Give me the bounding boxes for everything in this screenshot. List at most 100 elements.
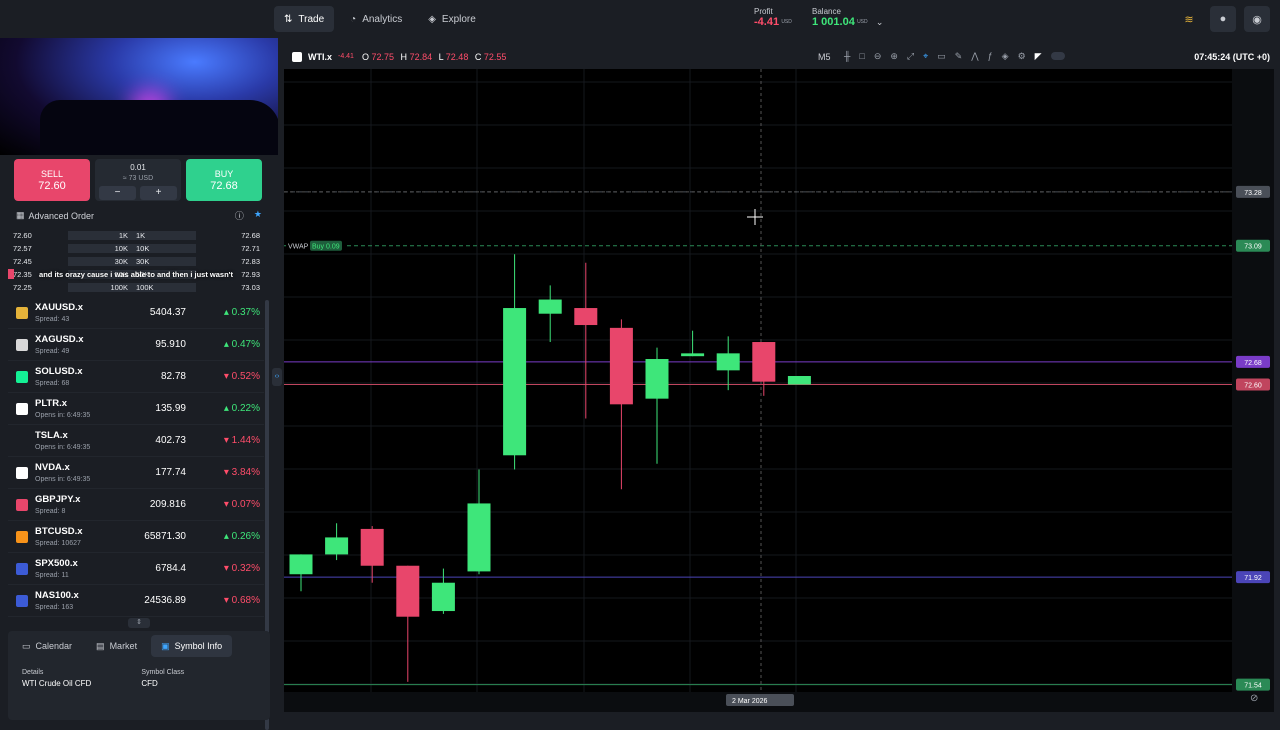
watchlist-row[interactable]: SOLUSD.x Spread: 68 82.78 ▾ 0.52% — [8, 361, 264, 393]
symbol-price: 65871.30 — [144, 531, 186, 542]
pencil-icon[interactable]: ✎ — [955, 51, 963, 62]
arrow-down-icon: ▾ — [223, 499, 232, 510]
symbol-subtitle: Opens in: 6:49:35 — [35, 444, 91, 451]
chart-symbol[interactable]: WTI.x — [308, 52, 332, 62]
order-book-row[interactable]: 72.57 10K 10K 72.71 — [8, 242, 264, 255]
us-flag-icon — [16, 562, 28, 575]
order-book-row[interactable]: 72.45 30K 30K 72.83 — [8, 255, 264, 268]
watchlist-row[interactable]: XAUUSD.x Spread: 43 5404.37 ▴ 0.37% — [8, 297, 264, 329]
timeframe-selector[interactable]: M5 — [818, 52, 831, 62]
reset-icon[interactable]: ⊘ — [1250, 693, 1264, 707]
top-icons: ≋ ● ◉ — [1176, 6, 1270, 32]
class-label: Symbol Class — [141, 669, 185, 676]
high-label: H — [400, 51, 408, 62]
watchlist-row[interactable]: TSLA.x Opens in: 6:49:35 402.73 ▾ 1.44% — [8, 425, 264, 457]
candle-body — [787, 376, 811, 385]
bid-price: 72.60 — [13, 231, 32, 240]
symbol-name: NVDA.x — [35, 462, 70, 473]
arrow-up-icon: ▴ — [223, 531, 232, 542]
tab-explore[interactable]: ◈ Explore — [418, 6, 486, 32]
tab-analytics[interactable]: ◔ Analytics — [340, 6, 412, 32]
ask-volume: 10K — [132, 244, 196, 253]
quantity-value[interactable]: 0.01 — [95, 162, 181, 173]
candlestick-chart[interactable]: 73.28 73.09 72.68 72.60 71.92 71.54 VWAP Buy 0.… — [284, 69, 1274, 712]
pattern-icon[interactable]: ⋀ — [971, 51, 978, 62]
expand-handle[interactable]: ⇕ — [128, 618, 150, 628]
low-value: 72.48 — [445, 51, 469, 62]
balance-value: 1 001.04 — [812, 16, 855, 28]
close-value: 72.55 — [483, 51, 507, 62]
sell-button[interactable]: SELL 72.60 — [14, 159, 90, 201]
order-book-row[interactable]: 72.25 100K 100K 73.03 — [8, 281, 264, 294]
low-label: L — [438, 51, 444, 62]
chart-tools: ╫ □ ⊖ ⊕ ⤢ ⌖ ▭ ✎ ⋀ ƒ ◈ ⚙ ◤ — [844, 51, 1065, 62]
tab-symbol-info[interactable]: ▣ Symbol Info — [151, 635, 233, 657]
symbol-price: 209.816 — [149, 499, 186, 510]
candle-body — [325, 537, 349, 555]
buy-price: 72.68 — [210, 180, 238, 192]
chevron-down-icon[interactable]: ⌄ — [876, 17, 884, 27]
layers-icon[interactable]: ◈ — [1002, 51, 1009, 62]
buy-button[interactable]: BUY 72.68 — [186, 159, 262, 201]
symbol-subtitle: Spread: 8 — [35, 508, 66, 515]
symbol-subtitle: Spread: 68 — [35, 380, 70, 387]
solana-icon — [16, 370, 28, 383]
price-tag-label: 72.60 — [1244, 383, 1262, 390]
symbol-price: 177.74 — [155, 467, 186, 478]
info-doc-icon: ▣ — [161, 640, 170, 651]
ruler-icon[interactable]: ▭ — [937, 51, 946, 62]
tab-label: Analytics — [362, 13, 403, 25]
watchlist-row[interactable]: XAGUSD.x Spread: 49 95.910 ▴ 0.47% — [8, 329, 264, 361]
settings-icon[interactable]: ⚙ — [1018, 51, 1026, 62]
ask-price: 72.83 — [241, 257, 260, 266]
user-icon[interactable]: ◉ — [1244, 6, 1270, 32]
watchlist-row[interactable]: BTCUSD.x Spread: 10627 65871.30 ▴ 0.26% — [8, 521, 264, 553]
collapse-panel-button[interactable]: ‹› — [272, 368, 282, 386]
balance-unit: USD — [857, 19, 868, 25]
symbol-change: ▴ 0.22% — [224, 403, 260, 414]
arrow-up-icon: ▴ — [223, 307, 232, 318]
watchlist-row[interactable]: GBPJPY.x Spread: 8 209.816 ▾ 0.07% — [8, 489, 264, 521]
candle-body — [645, 359, 669, 399]
zoom-in-icon[interactable]: ⊕ — [890, 51, 898, 62]
symbol-subtitle: Spread: 43 — [35, 316, 70, 323]
square-icon[interactable]: □ — [859, 51, 864, 62]
candle-body — [360, 528, 384, 566]
zoom-out-icon[interactable]: ⊖ — [874, 51, 882, 62]
toggle-switch[interactable] — [1050, 52, 1065, 60]
symbol-details: Details WTI Crude Oil CFD Symbol Class CFD — [8, 661, 270, 696]
decrease-button[interactable]: − — [99, 186, 136, 200]
fit-icon[interactable]: ⤢ — [907, 51, 914, 62]
indicator-icon[interactable]: ƒ — [988, 51, 993, 62]
vwap-label: VWAP — [288, 244, 309, 251]
bid-volume: 10K — [68, 244, 132, 253]
tab-market[interactable]: ▤ Market — [86, 635, 147, 657]
trade-icon: ⇅ — [284, 13, 293, 25]
bell-icon[interactable]: ● — [1210, 6, 1236, 32]
watchlist-row[interactable]: SPX500.x Spread: 11 6784.4 ▾ 0.32% — [8, 553, 264, 585]
tab-calendar[interactable]: ▭ Calendar — [12, 635, 82, 657]
order-box: SELL 72.60 0.01 ≈ 73 USD − + BUY 72.68 — [14, 159, 262, 203]
grid-icon: ▦ — [16, 210, 25, 220]
main-nav: ⇅ Trade ◔ Analytics ◈ Explore — [274, 6, 486, 32]
order-book-row[interactable]: 72.60 1K 1K 72.68 — [8, 229, 264, 242]
chart-area[interactable]: WTI.x -4.41 O 72.75 H 72.84 L 72.48 C 72… — [284, 44, 1274, 712]
advanced-order-toggle[interactable]: ▦ Advanced Order ⓘ ★ — [16, 209, 262, 222]
symbol-subtitle: Spread: 11 — [35, 572, 69, 579]
quantity-stepper[interactable]: 0.01 ≈ 73 USD − + — [95, 159, 181, 201]
crosshair-icon[interactable]: ⌖ — [923, 51, 928, 62]
tab-label: Market — [109, 641, 138, 651]
watchlist-row[interactable]: NVDA.x Opens in: 6:49:35 177.74 ▾ 3.84% — [8, 457, 264, 489]
candle-body — [431, 582, 455, 612]
tab-label: Trade — [298, 13, 325, 25]
increase-button[interactable]: + — [140, 186, 177, 200]
watchlist-row[interactable]: PLTR.x Opens in: 6:49:35 135.99 ▴ 0.22% — [8, 393, 264, 425]
left-panel: SELL 72.60 0.01 ≈ 73 USD − + BUY 72.68 ▦… — [0, 155, 272, 730]
tab-trade[interactable]: ⇅ Trade — [274, 6, 335, 32]
watchlist-row[interactable]: NAS100.x Spread: 163 24536.89 ▾ 0.68% — [8, 585, 264, 617]
candle-type-icon[interactable]: ╫ — [844, 51, 850, 62]
balance-display: Balance 1 001.04 USD ⌄ — [812, 7, 883, 28]
info-icon[interactable]: ⓘ — [235, 209, 244, 222]
star-icon[interactable]: ★ — [254, 209, 262, 222]
class-value: CFD — [141, 679, 158, 688]
